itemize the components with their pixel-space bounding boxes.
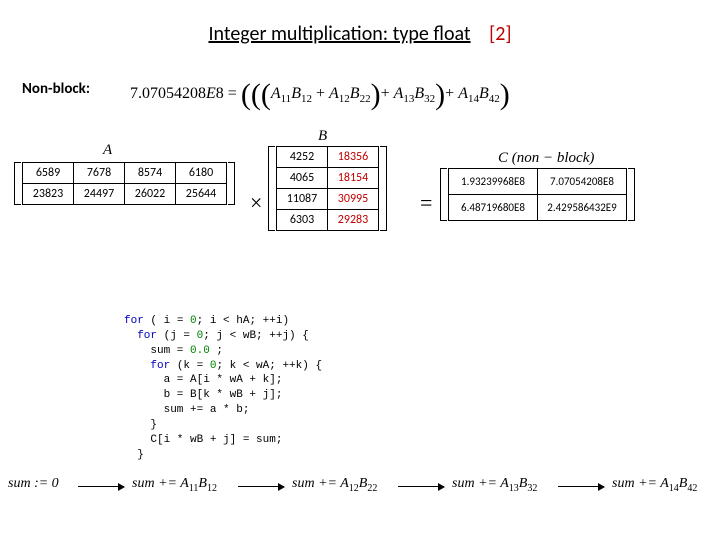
matrix-c-label: C (non − block) [498, 150, 594, 167]
slide-title: Integer multiplication: type float [2] [0, 0, 720, 46]
times-operator: × [244, 190, 268, 216]
table-row: 630329283 [277, 210, 379, 231]
arrow-icon [238, 486, 284, 487]
matrix-c-table: 1.93239968E87.07054208E8 6.48719680E82.4… [448, 168, 627, 221]
table-row: 6.48719680E82.429586432E9 [449, 195, 627, 221]
table-row: 6589767885746180 [23, 163, 227, 184]
sum-step: sum += A14B42 [612, 476, 697, 494]
sum-step: sum += A12B22 [292, 476, 377, 494]
arrow-icon [78, 486, 124, 487]
matrix-a: 6589767885746180 23823244972602225644 [14, 162, 235, 205]
sum-init: sum := 0 [8, 476, 59, 492]
equals-operator: = [414, 190, 438, 216]
matrix-row: A 6589767885746180 23823244972602225644 … [8, 140, 712, 300]
table-row: 23823244972602225644 [23, 184, 227, 205]
matrix-b-label: B [318, 128, 327, 145]
code-listing: for ( i = 0; i < hA; ++i) for (j = 0; j … [124, 314, 322, 462]
table-row: 406518154 [277, 168, 379, 189]
title-ref: [2] [489, 22, 511, 46]
matrix-a-table: 6589767885746180 23823244972602225644 [22, 162, 227, 205]
arrow-icon [558, 486, 604, 487]
formula-nonblock: 7.07054208E8 = (((A11B12 + A12B22)+ A13B… [130, 78, 510, 112]
matrix-b: 425218356 406518154 1108730995 630329283 [268, 146, 387, 231]
arrow-icon [398, 486, 444, 487]
sum-step: sum += A11B12 [132, 476, 217, 494]
sum-step: sum += A13B32 [452, 476, 537, 494]
matrix-a-label: A [103, 142, 112, 159]
sum-diagram: sum := 0 sum += A11B12 sum += A12B22 sum… [0, 476, 720, 516]
table-row: 1.93239968E87.07054208E8 [449, 169, 627, 195]
table-row: 1108730995 [277, 189, 379, 210]
matrix-c: 1.93239968E87.07054208E8 6.48719680E82.4… [440, 168, 635, 221]
title-text: Integer multiplication: type float [208, 22, 470, 46]
matrix-b-table: 425218356 406518154 1108730995 630329283 [276, 146, 379, 231]
nonblock-label: Non-block: [22, 80, 90, 98]
table-row: 425218356 [277, 147, 379, 168]
